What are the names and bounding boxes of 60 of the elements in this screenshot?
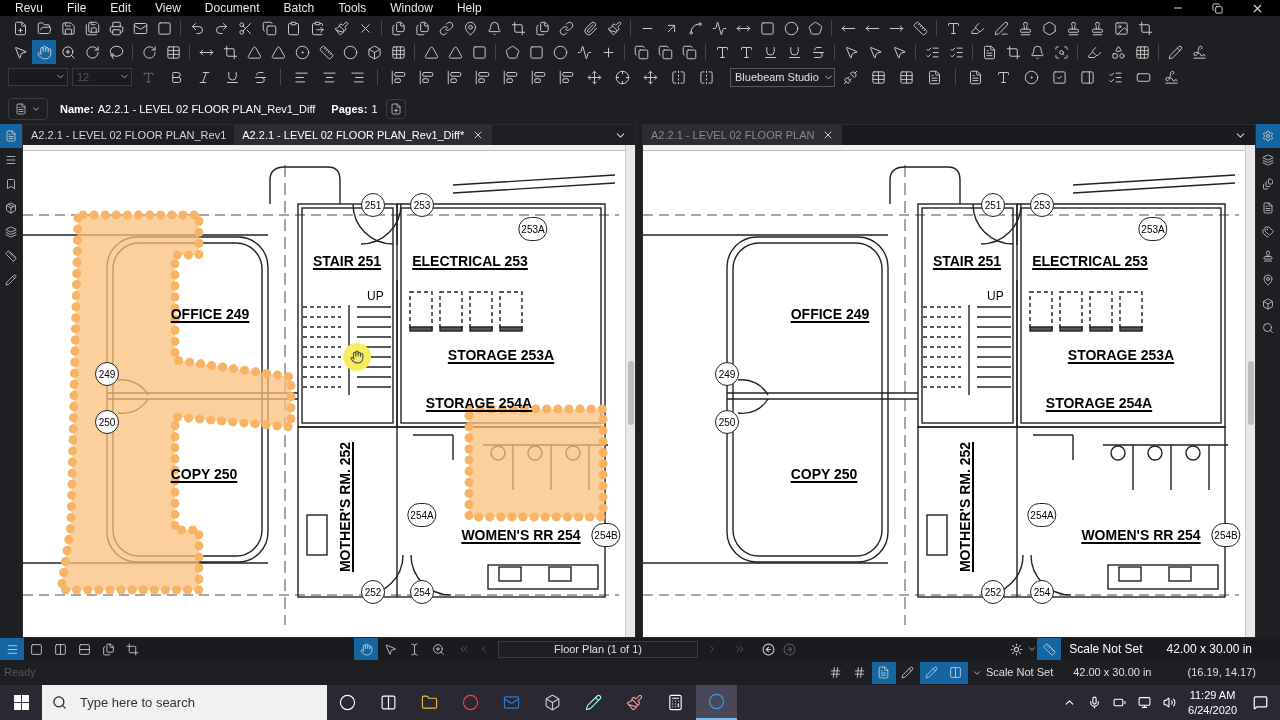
document-tab[interactable]: A2.2.1 - LEVEL 02 FLOOR PLAN_Rev1_Diff* bbox=[234, 125, 493, 145]
room-tag: 252 bbox=[361, 580, 385, 604]
room-label: MOTHER'S RM. 252 bbox=[957, 441, 973, 573]
room-label: WOMEN'S RR 254 bbox=[461, 527, 581, 543]
room-tag: 253A bbox=[518, 217, 548, 241]
menu-item[interactable]: Document bbox=[192, 0, 272, 17]
room-tag: 254B bbox=[591, 523, 621, 547]
clock-time: 11:29 AM bbox=[1189, 687, 1236, 703]
menu-item[interactable]: Window bbox=[378, 0, 445, 17]
room-label: COPY 250 bbox=[170, 466, 238, 482]
clock-date: 6/24/2020 bbox=[1188, 702, 1237, 718]
menu-item[interactable]: View bbox=[143, 0, 193, 17]
document-tab[interactable]: A2.2.1 - LEVEL 02 FLOOR PLAN_Rev1 bbox=[23, 125, 235, 145]
room-tag: 251 bbox=[981, 193, 1005, 217]
room-tag: 253 bbox=[410, 193, 434, 217]
drawing-canvas[interactable]: STAIR 251 ELECTRICAL 253 OFFICE 249 STORAGE 253A STORAGE 254A COPY 250 MOTHER'S RM. 252 WOMEN'S RR 254 UP 251 253 253A 249 250 254A 254B 252 254 bbox=[643, 145, 1245, 637]
room-label: STORAGE 253A bbox=[447, 347, 555, 363]
document-name: A2.2.1 - LEVEL 02 FLOOR PLAN_Rev1_Diff bbox=[97, 101, 316, 117]
room-label: OFFICE 249 bbox=[790, 306, 870, 322]
stair-direction-label: UP bbox=[987, 288, 1004, 305]
document-tab[interactable]: A2.2.1 - LEVEL 02 FLOOR PLAN bbox=[643, 125, 843, 145]
page-size-label: 42.00 x 30.00 in bbox=[1166, 641, 1252, 658]
room-label: OFFICE 249 bbox=[170, 306, 250, 322]
page-size-label: 42.00 x 30.00 in bbox=[1073, 665, 1152, 681]
room-label: STAIR 251 bbox=[312, 253, 382, 269]
room-tag: 250 bbox=[715, 410, 739, 434]
room-tag: 253 bbox=[1030, 193, 1054, 217]
room-label: ELECTRICAL 253 bbox=[412, 253, 528, 269]
room-tag: 253A bbox=[1138, 217, 1168, 241]
room-tag: 249 bbox=[715, 362, 739, 386]
studio-dropdown[interactable]: Bluebeam Studio bbox=[730, 67, 835, 87]
room-label: ELECTRICAL 253 bbox=[1032, 253, 1148, 269]
room-tag: 254 bbox=[410, 580, 434, 604]
menu-item[interactable]: Batch bbox=[271, 0, 327, 17]
room-tag: 254A bbox=[1027, 503, 1057, 527]
menu-item[interactable]: Revu bbox=[0, 0, 55, 17]
room-label: WOMEN'S RR 254 bbox=[1081, 527, 1201, 543]
room-tag: 254 bbox=[1030, 580, 1054, 604]
room-tag: 254B bbox=[1211, 523, 1241, 547]
room-tag: 254A bbox=[407, 503, 437, 527]
menu-item[interactable]: Tools bbox=[326, 0, 379, 17]
scale-label: Scale Not Set bbox=[1069, 641, 1143, 658]
menu-item[interactable]: File bbox=[55, 0, 99, 17]
name-label: Name: bbox=[60, 101, 94, 117]
stair-direction-label: UP bbox=[367, 288, 384, 305]
cursor-coordinates: (16.19, 14.17) bbox=[1187, 665, 1256, 681]
scale-label: Scale Not Set bbox=[985, 665, 1054, 681]
menu-item[interactable]: Help bbox=[444, 0, 494, 17]
room-label: STORAGE 254A bbox=[1045, 395, 1153, 411]
room-tag: 252 bbox=[981, 580, 1005, 604]
room-label: STORAGE 253A bbox=[1067, 347, 1175, 363]
page-count: 1 bbox=[371, 101, 378, 117]
room-label: STAIR 251 bbox=[932, 253, 1002, 269]
room-label: COPY 250 bbox=[790, 466, 858, 482]
menu-item[interactable]: Edit bbox=[98, 0, 144, 17]
pages-label: Pages: bbox=[331, 101, 368, 117]
room-label: MOTHER'S RM. 252 bbox=[337, 441, 353, 573]
room-tag: 251 bbox=[361, 193, 385, 217]
taskbar-search-field[interactable]: Type here to search bbox=[42, 685, 327, 720]
page-field[interactable]: Floor Plan (1 of 1) bbox=[498, 640, 698, 658]
